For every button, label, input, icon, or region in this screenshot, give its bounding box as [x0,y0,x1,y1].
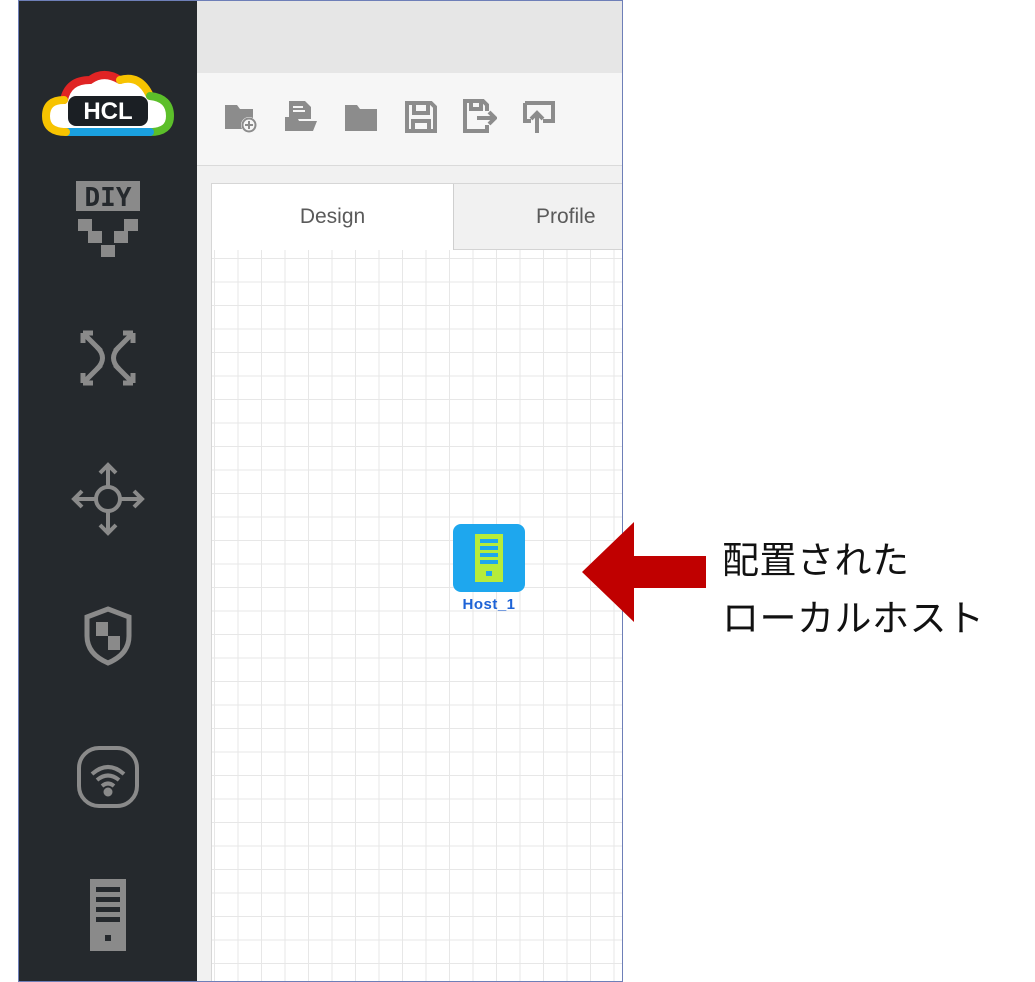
tab-design[interactable]: Design [212,184,454,250]
annotation-line-2: ローカルホスト [722,597,985,640]
sidebar-item-switch[interactable] [19,323,197,393]
sidebar-item-host[interactable] [19,875,197,955]
sidebar: HCL DIY [19,1,197,981]
open-folder-icon [345,105,377,131]
diy-icon: DIY [76,181,140,257]
app-window: HCL DIY Design Profile Host_1 [18,0,623,982]
wireless-icon [77,746,139,808]
export-button[interactable] [519,97,559,137]
save-icon [405,101,437,133]
firewall-shield-icon [84,606,132,666]
diy-label: DIY [85,183,132,213]
host-node[interactable]: Host_1 [444,524,534,613]
sidebar-item-router[interactable] [19,459,197,539]
open-file-icon [285,101,317,131]
open-file-button[interactable] [281,97,321,137]
annotation-callout: 配置された ローカルホスト [722,532,1032,648]
new-project-button[interactable] [221,97,261,137]
save-as-button[interactable] [459,97,499,137]
host-node-label: Host_1 [462,596,516,613]
new-folder-icon [225,105,257,133]
export-icon [523,101,555,133]
sidebar-item-firewall[interactable] [19,601,197,671]
router-icon [71,462,145,536]
hcl-logo: HCL [19,65,197,155]
switch-icon [80,330,136,386]
toolbar [197,73,622,166]
save-as-icon [463,99,497,133]
title-bar [197,1,622,73]
sidebar-item-diy[interactable]: DIY [19,181,197,265]
tab-profile[interactable]: Profile [454,184,622,250]
workspace-panel: Design Profile Host_1 [211,183,622,981]
main-area: Design Profile Host_1 [197,1,622,981]
tab-bar: Design Profile [212,184,622,250]
tab-design-label: Design [299,205,366,228]
annotation-arrow-icon [582,522,706,622]
logo-text: HCL [83,98,132,125]
host-node-icon-box[interactable] [453,524,525,592]
annotation-line-1: 配置された [722,539,910,582]
tab-profile-label: Profile [536,204,596,228]
save-button[interactable] [401,97,441,137]
open-folder-button[interactable] [341,97,381,137]
host-server-icon [90,879,126,951]
sidebar-item-wireless[interactable] [19,739,197,815]
design-canvas[interactable]: Host_1 [212,250,622,981]
host-server-icon [475,534,503,582]
